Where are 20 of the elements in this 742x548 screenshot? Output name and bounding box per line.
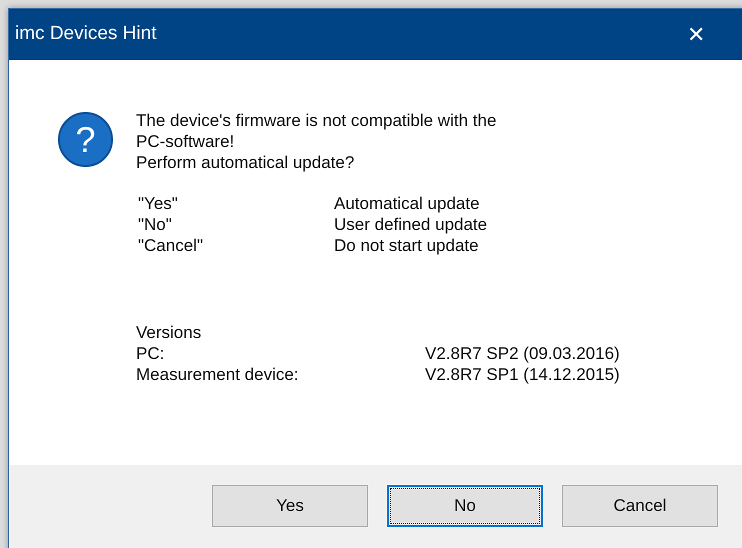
versions-heading: Versions: [136, 322, 202, 343]
message-text: Perform automatical update?: [136, 152, 356, 173]
option-description: Automatical update: [334, 193, 481, 214]
message-text: The device's firmware is not compatible with the: [136, 110, 498, 131]
option-description: Do not start update: [334, 235, 480, 256]
close-button[interactable]: ✕: [676, 14, 716, 54]
option-description: User defined update: [334, 214, 488, 235]
message-text: PC-software!: [136, 131, 236, 152]
version-label: PC:: [136, 343, 166, 364]
question-icon: ?: [58, 112, 113, 167]
option-key: "Cancel": [138, 235, 334, 256]
version-value: V2.8R7 SP1 (14.12.2015): [425, 364, 620, 385]
version-value: V2.8R7 SP2 (09.03.2016): [425, 343, 620, 364]
version-label: Measurement device:: [136, 364, 300, 385]
dialog-button[interactable]: No: [387, 485, 543, 527]
dialog-button[interactable]: Yes: [212, 485, 368, 527]
window-title: imc Devices Hint: [15, 22, 156, 46]
option-key: "No": [138, 214, 334, 235]
option-key: "Yes": [138, 193, 334, 214]
dialog-button[interactable]: Cancel: [562, 485, 718, 527]
